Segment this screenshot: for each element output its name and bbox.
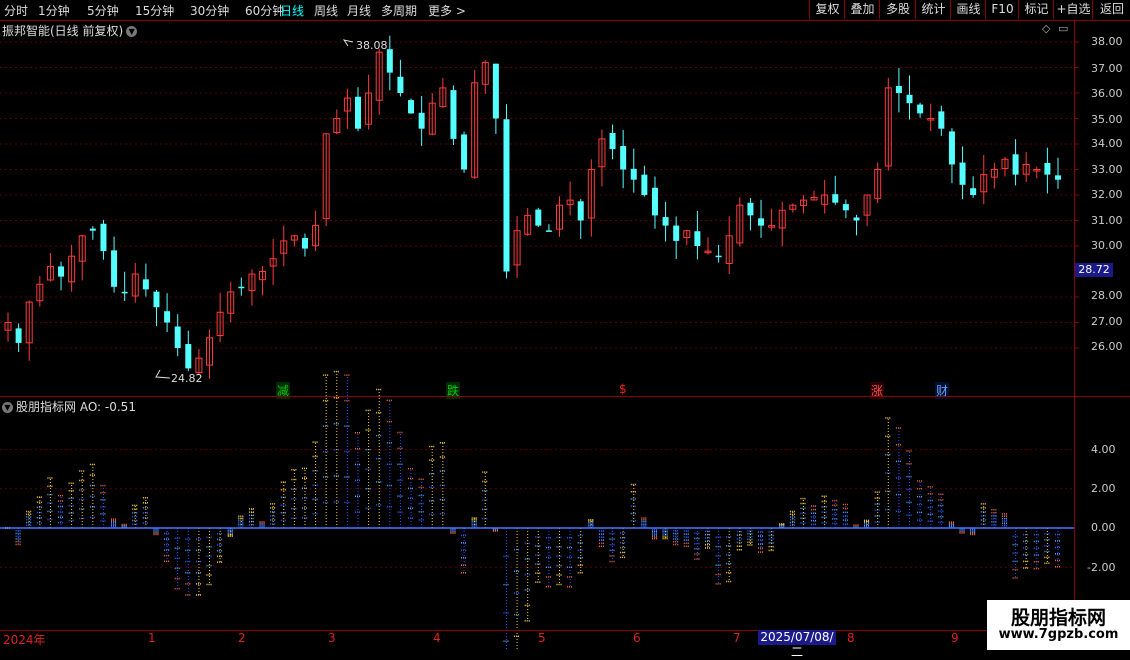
- candle-body-down: [673, 225, 680, 241]
- candle-body-down: [715, 255, 722, 258]
- y-tick-27: 27.00: [1091, 315, 1123, 328]
- candle-body-down: [620, 145, 627, 170]
- candle-body-down: [386, 49, 393, 73]
- candle-body-down: [545, 230, 552, 232]
- candle-body-down: [651, 187, 658, 216]
- candle-body-down: [153, 291, 160, 308]
- y-tick-37: 37.00: [1091, 62, 1123, 75]
- candle-body-down: [111, 250, 118, 287]
- candle-body-down: [408, 100, 415, 114]
- y-tick-34: 34.00: [1091, 137, 1123, 150]
- candle-body-down: [100, 223, 107, 252]
- candle-body-down: [694, 231, 701, 246]
- y-tick-36: 36.00: [1091, 87, 1123, 100]
- candle-body-down: [238, 286, 245, 289]
- candle-body-down: [577, 201, 584, 221]
- ind-y-tick-0: 0.00: [1091, 521, 1116, 534]
- price-axis-line: [1074, 20, 1075, 630]
- candle-body-down: [142, 279, 149, 290]
- candle-body-down: [1012, 154, 1019, 175]
- candle-body-down: [450, 90, 457, 139]
- candle-body-down: [747, 202, 754, 216]
- candle-body-down: [535, 209, 542, 226]
- high-price-label: 38.08: [356, 39, 388, 52]
- date-label-5: 5: [538, 631, 546, 645]
- date-label-1: 1: [148, 631, 156, 645]
- candle-body-down: [121, 291, 128, 294]
- candle-body-down: [1055, 175, 1061, 180]
- low-marker: [155, 369, 171, 379]
- date-label-2024: 2024年: [3, 633, 46, 647]
- y-tick-30: 30.00: [1091, 239, 1123, 252]
- y-tick-26: 26.00: [1091, 340, 1123, 353]
- candle-body-down: [461, 134, 468, 170]
- candle-body-down: [301, 237, 308, 249]
- ind-y-tick-4: 4.00: [1091, 443, 1116, 456]
- date-axis-line: [0, 630, 1130, 631]
- candle-body-down: [842, 204, 849, 211]
- candle-body-down: [174, 326, 181, 348]
- candle-body-down: [418, 112, 425, 129]
- candle-body-down: [503, 119, 510, 272]
- candle-body-down: [917, 104, 924, 114]
- y-tick-38: 38.00: [1091, 35, 1123, 48]
- chart-canvas[interactable]: [0, 0, 1130, 650]
- watermark: 股朋指标网 www.7gpzb.com: [987, 600, 1130, 650]
- candle-body-down: [959, 162, 966, 185]
- candle-body-down: [853, 217, 860, 221]
- candle-body-down: [758, 218, 765, 226]
- candle-body-down: [948, 131, 955, 165]
- candle-body-down: [906, 94, 913, 104]
- candle-body-down: [15, 328, 22, 343]
- date-label-9: 9: [951, 631, 959, 645]
- y-tick-31: 31.00: [1091, 214, 1123, 227]
- candle-body-down: [492, 63, 499, 119]
- candle-body-down: [662, 217, 669, 226]
- date-label-4: 4: [433, 631, 441, 645]
- candle-body-down: [164, 311, 171, 323]
- candle-body-down: [397, 76, 404, 93]
- candle-body-down: [185, 344, 192, 369]
- indicator-title[interactable]: ▼ 股朋指标网 AO: -0.51: [2, 398, 136, 415]
- candle-body-down: [630, 168, 637, 180]
- candle-body-down: [895, 85, 902, 93]
- date-label-2: 2: [238, 631, 246, 645]
- date-label-7: 7: [733, 631, 741, 645]
- candle-body-down: [832, 194, 839, 203]
- y-tick-32: 32.00: [1091, 188, 1123, 201]
- watermark-url: www.7gpzb.com: [998, 627, 1119, 642]
- ind-y-tick-2: 2.00: [1091, 482, 1116, 495]
- candle-body-down: [58, 266, 65, 277]
- candle-body-down: [355, 96, 361, 129]
- candle-body-down: [609, 132, 616, 150]
- date-label-8: 8: [847, 631, 855, 645]
- pane-separator[interactable]: [0, 396, 1130, 397]
- candle-body-down: [641, 174, 648, 195]
- date-label-6: 6: [633, 631, 641, 645]
- candle-body-down: [1044, 163, 1051, 175]
- chevron-down-icon[interactable]: ▼: [2, 402, 13, 413]
- event-tag-dividend[interactable]: $: [618, 382, 628, 396]
- date-label-3: 3: [328, 631, 336, 645]
- current-price-label: 28.72: [1075, 263, 1113, 277]
- y-tick-35: 35.00: [1091, 113, 1123, 126]
- candle-body-down: [970, 188, 977, 195]
- low-price-label: 24.82: [171, 372, 203, 385]
- y-tick-33: 33.00: [1091, 163, 1123, 176]
- candle-body-down: [89, 228, 96, 231]
- watermark-title: 股朋指标网: [1010, 607, 1106, 629]
- indicator-label: 股朋指标网 AO: -0.51: [16, 400, 136, 414]
- crosshair-date-label: 2025/07/08/二: [758, 630, 836, 659]
- high-marker: [342, 39, 354, 47]
- ind-y-tick-neg2: -2.00: [1087, 561, 1116, 574]
- y-tick-28: 28.00: [1091, 289, 1123, 302]
- candle-body-down: [938, 111, 945, 129]
